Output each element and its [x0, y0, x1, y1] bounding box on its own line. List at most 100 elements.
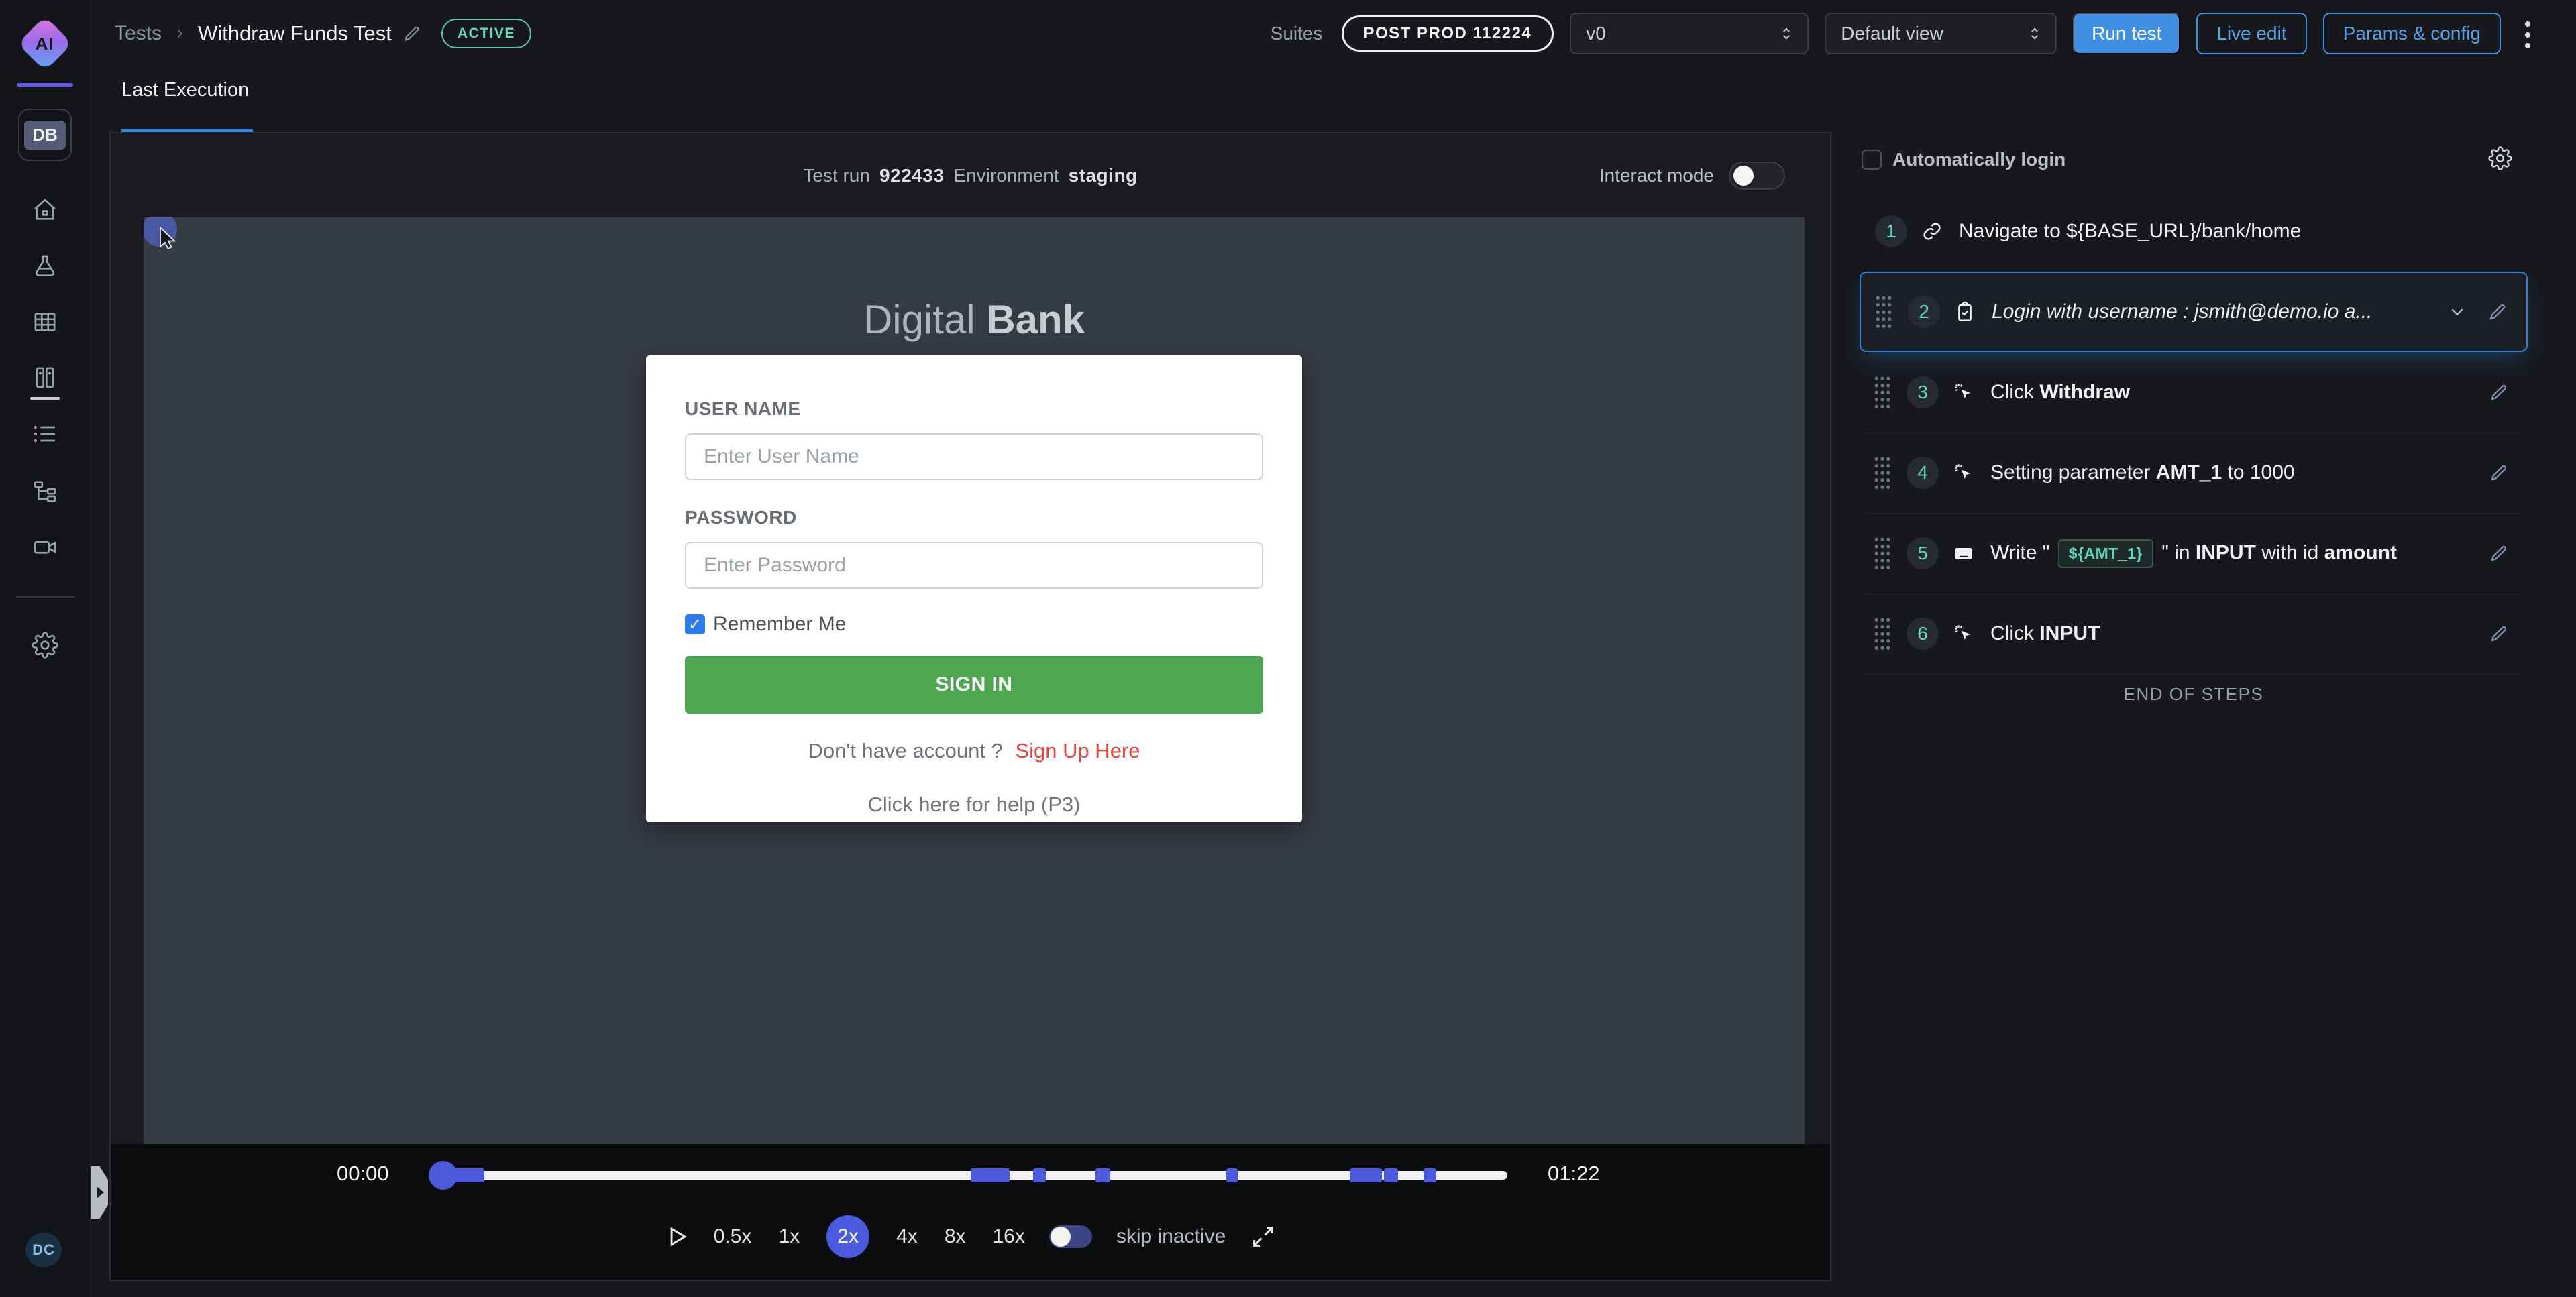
step-edit-pencil-icon[interactable] — [2489, 624, 2509, 644]
remember-me-label: Remember Me — [713, 613, 846, 636]
replay-viewport[interactable]: Digital Bank USER NAME PASSWORD ✓ Rememb… — [144, 217, 1805, 1147]
drag-handle-icon[interactable] — [1873, 375, 1892, 410]
brand-bold: Bank — [986, 297, 1085, 342]
settings-gear-icon[interactable] — [32, 632, 58, 659]
clipboard-check-icon — [1954, 301, 1976, 323]
user-avatar[interactable]: DC — [25, 1233, 62, 1267]
interact-mode: Interact mode — [1599, 162, 1785, 190]
test-run-id: 922433 — [879, 165, 944, 186]
step-text: Navigate to ${BASE_URL}/bank/home — [1959, 220, 2509, 243]
step-row-1[interactable]: 1Navigate to ${BASE_URL}/bank/home — [1860, 191, 2528, 272]
remember-me-row: ✓ Remember Me — [685, 613, 1263, 636]
version-select[interactable]: v0 — [1570, 13, 1809, 54]
drag-handle-icon[interactable] — [1873, 616, 1892, 651]
speed-option-0.5x[interactable]: 0.5x — [714, 1225, 752, 1248]
sidebar-divider — [16, 596, 75, 598]
toggle-knob — [1051, 1227, 1071, 1247]
run-meta: Test run 922433 Environment staging — [803, 165, 1137, 186]
player-controls: 0.5x1x2x4x8x16x skip inactive — [111, 1215, 1830, 1258]
activity-segment[interactable] — [1424, 1168, 1436, 1182]
current-time: 00:00 — [337, 1162, 389, 1186]
step-text: Setting parameter AMT_1 to 1000 — [1990, 461, 2489, 484]
activity-segment[interactable] — [453, 1168, 484, 1182]
username-label: USER NAME — [685, 398, 1263, 420]
flask-icon[interactable] — [32, 253, 58, 280]
timeline-handle[interactable] — [429, 1161, 458, 1190]
drag-handle-icon[interactable] — [1873, 536, 1892, 571]
breadcrumb-tests[interactable]: Tests — [115, 22, 162, 45]
speed-option-8x[interactable]: 8x — [945, 1225, 966, 1248]
select-chevrons-icon — [1778, 25, 1795, 42]
step-row-3[interactable]: 3Click Withdraw — [1860, 352, 2528, 433]
expand-arrow-icon — [97, 1187, 104, 1198]
tab-last-execution[interactable]: Last Execution — [121, 79, 249, 101]
step-edit-pencil-icon[interactable] — [2487, 302, 2508, 322]
grid-icon[interactable] — [32, 308, 58, 335]
step-text: Click INPUT — [1990, 622, 2489, 645]
activity-segment[interactable] — [1384, 1168, 1398, 1182]
suites-icon[interactable] — [32, 364, 58, 391]
left-sidebar: AI DB DC — [0, 0, 91, 1297]
keyboard-icon — [1953, 543, 1974, 564]
activity-segment[interactable] — [1033, 1168, 1046, 1182]
step-row-6[interactable]: 6 Click INPUT — [1860, 594, 2528, 674]
signup-link[interactable]: Sign Up Here — [1015, 739, 1140, 763]
project-switcher[interactable]: DB — [18, 109, 72, 161]
step-text: Login with username : jsmith@demo.io a..… — [1992, 300, 2447, 323]
activity-segment[interactable] — [1226, 1168, 1238, 1182]
page-title: Withdraw Funds Test — [198, 21, 392, 46]
active-nav-indicator — [30, 397, 60, 400]
timeline-track[interactable] — [434, 1171, 1507, 1180]
step-number-badge: 5 — [1907, 537, 1939, 569]
step-text: Click Withdraw — [1990, 381, 2489, 404]
speed-option-4x[interactable]: 4x — [896, 1225, 918, 1248]
username-input[interactable] — [685, 433, 1263, 480]
bank-brand: Digital Bank — [144, 296, 1805, 343]
suite-pill[interactable]: POST PROD 112224 — [1342, 15, 1554, 52]
login-card: USER NAME PASSWORD ✓ Remember Me SIGN IN… — [646, 355, 1302, 822]
step-edit-pencil-icon[interactable] — [2489, 382, 2509, 402]
app-logo[interactable]: AI — [17, 16, 72, 71]
password-input[interactable] — [685, 542, 1263, 589]
remember-me-checkbox[interactable]: ✓ — [685, 614, 705, 634]
speed-option-1x[interactable]: 1x — [778, 1225, 800, 1248]
step-row-5[interactable]: 5Write " ${AMT_1} " in INPUT with id amo… — [1860, 513, 2528, 594]
activity-segment[interactable] — [971, 1168, 1010, 1182]
signup-row: Don't have account ? Sign Up Here — [685, 739, 1263, 763]
activity-segment[interactable] — [1350, 1168, 1382, 1182]
steps-settings-gear-icon[interactable] — [2488, 146, 2512, 170]
panel-expand-handle[interactable] — [91, 1166, 108, 1219]
total-time: 01:22 — [1548, 1162, 1600, 1186]
video-camera-icon[interactable] — [32, 534, 58, 561]
brand-light: Digital — [863, 297, 975, 342]
speed-options: 0.5x 1x 2x 4x 8x 16x — [714, 1215, 1025, 1258]
activity-segment[interactable] — [1095, 1168, 1110, 1182]
step-number-badge: 4 — [1907, 457, 1939, 489]
step-expand-chevron-icon[interactable] — [2447, 302, 2467, 322]
step-edit-pencil-icon[interactable] — [2489, 543, 2509, 563]
help-link[interactable]: Click here for help (P3) — [685, 793, 1263, 817]
edit-title-pencil-icon[interactable] — [402, 24, 421, 43]
speed-option-16x[interactable]: 16x — [993, 1225, 1025, 1248]
step-number-badge: 6 — [1907, 618, 1939, 650]
skip-inactive-toggle[interactable] — [1049, 1225, 1092, 1248]
speed-option-2x[interactable]: 2x — [826, 1215, 869, 1258]
end-of-steps: END OF STEPS — [1860, 684, 2528, 705]
logo-divider — [17, 83, 73, 87]
auto-login-checkbox[interactable] — [1862, 150, 1882, 170]
fullscreen-icon[interactable] — [1250, 1223, 1277, 1250]
list-icon[interactable] — [32, 420, 58, 447]
app-root: AI DB DC Te — [0, 0, 2576, 1297]
tree-icon[interactable] — [32, 477, 58, 504]
step-row-2[interactable]: 2Login with username : jsmith@demo.io a.… — [1860, 272, 2528, 352]
cursor-click-icon — [1953, 382, 1974, 403]
interact-mode-toggle[interactable] — [1729, 162, 1785, 190]
step-row-4[interactable]: 4 Setting parameter AMT_1 to 1000 — [1860, 433, 2528, 513]
play-button-icon[interactable] — [664, 1224, 690, 1249]
sign-in-button[interactable]: SIGN IN — [685, 656, 1263, 714]
step-edit-pencil-icon[interactable] — [2489, 463, 2509, 483]
drag-handle-icon[interactable] — [1873, 455, 1892, 490]
drag-handle-icon[interactable] — [1874, 294, 1893, 329]
home-icon[interactable] — [32, 196, 58, 223]
environment-value: staging — [1069, 165, 1138, 186]
